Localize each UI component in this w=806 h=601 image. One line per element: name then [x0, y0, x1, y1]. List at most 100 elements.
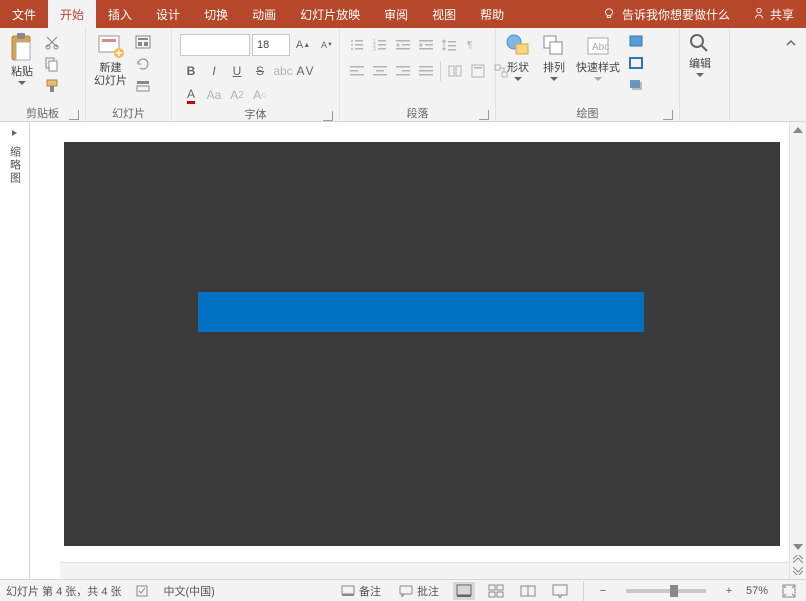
reading-view-button[interactable] — [517, 582, 539, 600]
tab-design[interactable]: 设计 — [144, 0, 192, 28]
drawing-launcher[interactable] — [663, 110, 673, 120]
align-left-icon — [350, 64, 364, 78]
justify-button[interactable] — [415, 60, 437, 82]
find-icon — [688, 32, 712, 56]
sorter-view-button[interactable] — [485, 582, 507, 600]
line-spacing-button[interactable] — [438, 34, 460, 56]
format-painter-button[interactable] — [42, 76, 62, 96]
spellcheck-button[interactable] — [132, 584, 154, 598]
copy-button[interactable] — [42, 54, 62, 74]
font-color-button[interactable]: A — [180, 84, 202, 106]
workspace: 缩略图 — [0, 122, 806, 579]
horizontal-scrollbar[interactable] — [60, 562, 789, 579]
tell-me-search[interactable]: 告诉我你想要做什么 — [592, 6, 740, 23]
quick-styles-button[interactable]: Abc 快速样式 — [572, 30, 624, 83]
shadow-button[interactable]: abc — [272, 60, 294, 82]
increase-indent-button[interactable] — [415, 34, 437, 56]
font-name-select[interactable] — [180, 34, 250, 56]
slide-canvas[interactable] — [30, 122, 806, 579]
prev-slide-button[interactable] — [792, 553, 804, 565]
clipboard-launcher[interactable] — [69, 110, 79, 120]
paste-label: 粘贴 — [11, 66, 33, 79]
text-direction-button[interactable]: ¶ — [461, 34, 483, 56]
chevron-down-icon — [514, 77, 522, 81]
reset-button[interactable] — [133, 54, 153, 74]
italic-button[interactable]: I — [203, 60, 225, 82]
shape-fill-button[interactable] — [626, 32, 646, 52]
tab-view[interactable]: 视图 — [420, 0, 468, 28]
tab-transitions[interactable]: 切换 — [192, 0, 240, 28]
align-left-button[interactable] — [346, 60, 368, 82]
group-paragraph: 123 ¶ 段落 — [340, 28, 496, 121]
slideshow-view-button[interactable] — [549, 582, 571, 600]
decrease-indent-button[interactable] — [392, 34, 414, 56]
vertical-scrollbar[interactable] — [789, 122, 806, 579]
tab-animations[interactable]: 动画 — [240, 0, 288, 28]
align-text-button[interactable] — [467, 60, 489, 82]
editing-button[interactable]: 编辑 — [684, 30, 716, 79]
next-slide-button[interactable] — [792, 565, 804, 577]
new-slide-button[interactable]: 新建 幻灯片 — [90, 30, 131, 90]
scroll-up-button[interactable] — [792, 124, 804, 136]
bold-button[interactable]: B — [180, 60, 202, 82]
language-indicator[interactable]: 中文(中国) — [164, 583, 215, 599]
zoom-level[interactable]: 57% — [746, 585, 768, 597]
collapse-ribbon-button[interactable] — [780, 32, 802, 54]
section-button[interactable] — [133, 76, 153, 96]
scroll-down-button[interactable] — [792, 541, 804, 553]
arrange-button[interactable]: 排列 — [536, 30, 572, 83]
cut-button[interactable] — [42, 32, 62, 52]
align-text-icon — [471, 64, 485, 78]
zoom-out-button[interactable]: − — [596, 585, 610, 597]
change-case-button[interactable]: Aa — [203, 84, 225, 106]
normal-view-button[interactable] — [453, 582, 475, 600]
reset-icon — [135, 56, 151, 72]
tab-bar: 文件 开始 插入 设计 切换 动画 幻灯片放映 审阅 视图 帮助 告诉我你想要做… — [0, 0, 806, 28]
format-painter-icon — [44, 78, 60, 94]
bullets-button[interactable] — [346, 34, 368, 56]
align-right-icon — [396, 64, 410, 78]
fit-window-icon — [782, 584, 796, 598]
fit-window-button[interactable] — [778, 582, 800, 600]
strikethrough-button[interactable]: S — [249, 60, 271, 82]
tab-slideshow[interactable]: 幻灯片放映 — [288, 0, 372, 28]
outline-expand-button[interactable] — [10, 128, 20, 138]
superscript-button[interactable]: A2 — [226, 84, 248, 106]
blue-rectangle-shape[interactable] — [198, 292, 644, 332]
slide-counter[interactable]: 幻灯片 第 4 张，共 4 张 — [6, 583, 122, 599]
columns-button[interactable] — [444, 60, 466, 82]
outline-label: 缩略图 — [7, 146, 23, 185]
clear-formatting-button[interactable]: A◇ — [249, 84, 271, 106]
numbering-button[interactable]: 123 — [369, 34, 391, 56]
tab-help[interactable]: 帮助 — [468, 0, 516, 28]
align-right-button[interactable] — [392, 60, 414, 82]
smartart-icon — [494, 64, 508, 78]
layout-button[interactable] — [133, 32, 153, 52]
chevron-down-icon — [550, 77, 558, 81]
font-size-select[interactable]: 18 — [252, 34, 290, 56]
char-spacing-button[interactable]: AV — [295, 60, 317, 82]
notes-button[interactable]: 备注 — [337, 583, 385, 599]
decrease-font-button[interactable]: A▼ — [316, 34, 338, 56]
tab-insert[interactable]: 插入 — [96, 0, 144, 28]
tab-review[interactable]: 审阅 — [372, 0, 420, 28]
align-center-button[interactable] — [369, 60, 391, 82]
paragraph-launcher[interactable] — [479, 110, 489, 120]
tab-file[interactable]: 文件 — [0, 0, 48, 28]
shape-effects-button[interactable] — [626, 76, 646, 96]
shape-outline-button[interactable] — [626, 54, 646, 74]
zoom-thumb[interactable] — [670, 585, 678, 597]
align-center-icon — [373, 64, 387, 78]
comments-button[interactable]: 批注 — [395, 583, 443, 599]
font-launcher[interactable] — [323, 111, 333, 121]
smartart-button[interactable] — [490, 60, 512, 82]
paste-button[interactable]: 粘贴 — [4, 30, 40, 87]
lightbulb-icon — [602, 7, 616, 21]
zoom-in-button[interactable]: + — [722, 585, 736, 597]
underline-button[interactable]: U — [226, 60, 248, 82]
zoom-slider[interactable] — [626, 589, 706, 593]
tab-home[interactable]: 开始 — [48, 0, 96, 28]
slide[interactable] — [64, 142, 780, 546]
share-button[interactable]: 共享 — [740, 6, 806, 23]
increase-font-button[interactable]: A▲ — [292, 34, 314, 56]
